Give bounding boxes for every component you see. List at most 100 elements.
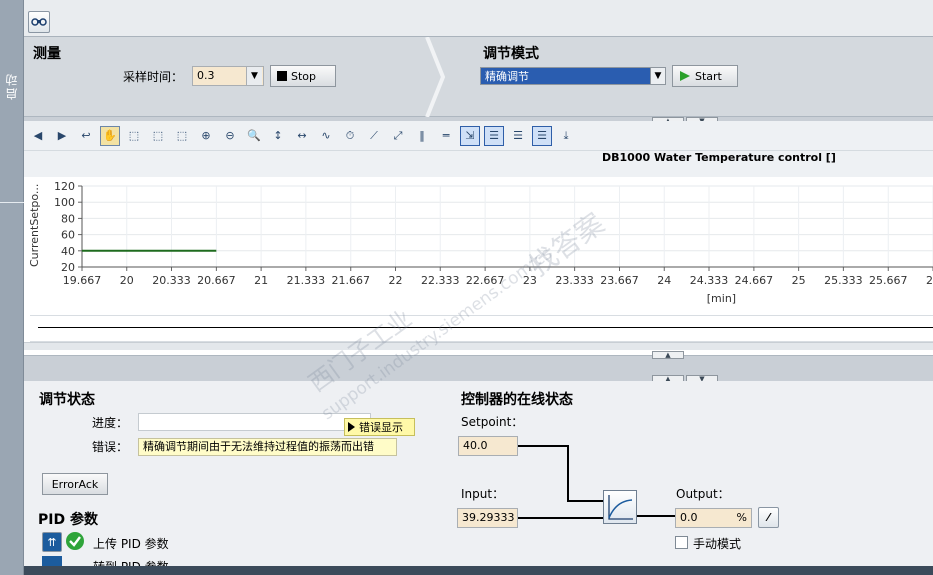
tuning-mode-title: 调节模式 bbox=[483, 46, 539, 62]
x-tick-label: 21.333 bbox=[287, 274, 326, 287]
fit-icon[interactable]: ⤢ bbox=[388, 126, 408, 146]
zoom-x-icon[interactable]: ⬚ bbox=[148, 126, 168, 146]
reset-view-icon[interactable]: ↩ bbox=[76, 126, 96, 146]
binoculars-icon[interactable] bbox=[28, 11, 50, 33]
chart-title: DB1000 Water Temperature control [] bbox=[602, 151, 836, 164]
align-right-icon[interactable]: ☰ bbox=[532, 125, 552, 146]
manual-mode-checkbox[interactable] bbox=[675, 536, 688, 549]
output-field[interactable]: 0.0 % bbox=[675, 508, 752, 528]
online-status-title: 控制器的在线状态 bbox=[461, 392, 573, 408]
back-icon[interactable]: ◀ bbox=[28, 126, 48, 146]
save-icon[interactable]: ⤓ bbox=[556, 126, 576, 146]
input-value: 39.29333 bbox=[457, 508, 518, 528]
error-label: 错误： bbox=[92, 440, 129, 454]
manual-output-icon[interactable]: ⁄ bbox=[758, 507, 779, 528]
x-tick-label: 23.667 bbox=[600, 274, 639, 287]
x-tick-label: 21.667 bbox=[332, 274, 371, 287]
error-message: 精确调节期间由于无法维持过程值的振荡而出错 bbox=[138, 438, 397, 456]
manual-mode-label: 手动模式 bbox=[693, 537, 742, 551]
overview-strip[interactable] bbox=[30, 315, 933, 342]
stop-button-label: Stop bbox=[291, 69, 317, 83]
splitter-collapse-icon[interactable]: ▲ bbox=[652, 351, 684, 359]
pid-params-title: PID 参数 bbox=[38, 512, 98, 528]
play-icon bbox=[680, 71, 690, 81]
errorack-button[interactable]: ErrorAck bbox=[42, 473, 108, 495]
connect-icon[interactable]: ⟋ bbox=[364, 126, 384, 146]
upload-icon[interactable]: ⇈ bbox=[42, 532, 62, 552]
zoom-100-icon[interactable]: 🔍 bbox=[244, 126, 264, 146]
measure-title: 测量 bbox=[33, 46, 61, 62]
vertical-cursor-icon[interactable]: ‖ bbox=[412, 126, 432, 146]
y-tick-label: 80 bbox=[61, 212, 75, 225]
y-100-icon[interactable]: ↕ bbox=[268, 126, 288, 146]
splitter-bar bbox=[24, 355, 933, 381]
x-tick-label: 20 bbox=[120, 274, 134, 287]
errorack-label: ErrorAck bbox=[51, 477, 99, 491]
goto-pid-label[interactable]: 转到 PID 参数 bbox=[93, 558, 169, 566]
input-label: Input： bbox=[461, 487, 505, 501]
stop-button[interactable]: Stop bbox=[270, 65, 336, 87]
pan-hand-icon[interactable]: ✋ bbox=[100, 125, 120, 146]
step-response-icon bbox=[608, 495, 633, 520]
progress-bar bbox=[138, 413, 371, 431]
chevron-divider-icon bbox=[425, 37, 446, 117]
x-tick-label: 26 bbox=[926, 274, 933, 287]
y-axis-label: CurrentSetpo... bbox=[28, 184, 41, 267]
x-tick-label: 24.333 bbox=[690, 274, 729, 287]
controller-block bbox=[603, 490, 637, 524]
x-tick-label: 25 bbox=[792, 274, 806, 287]
x-tick-label: 22 bbox=[388, 274, 402, 287]
tuning-mode-select[interactable]: 精确调节 bbox=[480, 67, 666, 85]
stop-icon bbox=[277, 71, 287, 81]
y-tick-label: 60 bbox=[61, 229, 75, 242]
bottom-status-bar bbox=[24, 566, 933, 575]
trend-toolbar: ◀ ▶ ↩ ✋ ⬚ ⬚ ⬚ ⊕ ⊖ 🔍 ↕ ↔ ∿ ⏱ ⟋ ⤢ ‖ ═ ⇲ ☰ … bbox=[24, 121, 933, 151]
export-icon[interactable]: ⇲ bbox=[460, 125, 480, 146]
x-axis-label: [min] bbox=[707, 292, 736, 305]
zoom-out-icon[interactable]: ⊖ bbox=[220, 126, 240, 146]
start-button-label: Start bbox=[695, 69, 722, 83]
x-tick-label: 21 bbox=[254, 274, 268, 287]
x-tick-label: 25.333 bbox=[824, 274, 863, 287]
output-label: Output： bbox=[676, 487, 730, 501]
sample-time-label: 采样时间： bbox=[123, 70, 184, 84]
signal-wires bbox=[518, 445, 676, 519]
setpoint-value: 40.0 bbox=[458, 436, 518, 456]
x-tick-label: 22.333 bbox=[421, 274, 460, 287]
side-tab-divider bbox=[0, 202, 24, 203]
upload-pid-label[interactable]: 上传 PID 参数 bbox=[93, 535, 169, 552]
x-tick-label: 19.667 bbox=[63, 274, 102, 287]
horizontal-scrollbar[interactable] bbox=[24, 342, 933, 350]
forward-icon[interactable]: ▶ bbox=[52, 126, 72, 146]
top-toolbar bbox=[24, 0, 933, 37]
tuning-mode-selected: 精确调节 bbox=[485, 70, 529, 83]
x-tick-label: 20.667 bbox=[197, 274, 236, 287]
align-left-icon[interactable]: ☰ bbox=[508, 126, 528, 146]
list-icon[interactable]: ☰ bbox=[484, 125, 504, 146]
x-tick-label: 25.667 bbox=[869, 274, 908, 287]
x-tick-label: 23 bbox=[523, 274, 537, 287]
y-tick-label: 20 bbox=[61, 261, 75, 274]
start-button[interactable]: Start bbox=[672, 65, 738, 87]
chevron-down-icon[interactable]: ▼ bbox=[246, 67, 262, 85]
horizontal-cursor-icon[interactable]: ═ bbox=[436, 126, 456, 146]
chevron-down-icon[interactable]: ▼ bbox=[650, 68, 665, 84]
x-tick-label: 23.333 bbox=[555, 274, 594, 287]
trend-chart[interactable]: 1201008060402019.667 20 20.333 20.667 21 21.3… bbox=[24, 177, 933, 307]
y-tick-label: 120 bbox=[54, 180, 75, 193]
goto-pid-icon[interactable] bbox=[42, 556, 62, 566]
x-tick-label: 22.667 bbox=[466, 274, 505, 287]
zoom-y-icon[interactable]: ⬚ bbox=[172, 126, 192, 146]
progress-label: 进度： bbox=[92, 416, 129, 430]
zoom-area-icon[interactable]: ⬚ bbox=[124, 126, 144, 146]
curve-icon[interactable]: ∿ bbox=[316, 126, 336, 146]
x-tick-label: 24 bbox=[657, 274, 671, 287]
x-100-icon[interactable]: ↔ bbox=[292, 126, 312, 146]
zoom-in-icon[interactable]: ⊕ bbox=[196, 126, 216, 146]
side-tab-label: 启动 bbox=[5, 72, 19, 100]
overview-line bbox=[38, 327, 933, 328]
tooltip-text: 错误显示 bbox=[359, 421, 403, 434]
time-axis-icon[interactable]: ⏱ bbox=[340, 126, 360, 146]
tuning-status-title: 调节状态 bbox=[39, 392, 95, 408]
output-value: 0.0 bbox=[680, 511, 698, 524]
